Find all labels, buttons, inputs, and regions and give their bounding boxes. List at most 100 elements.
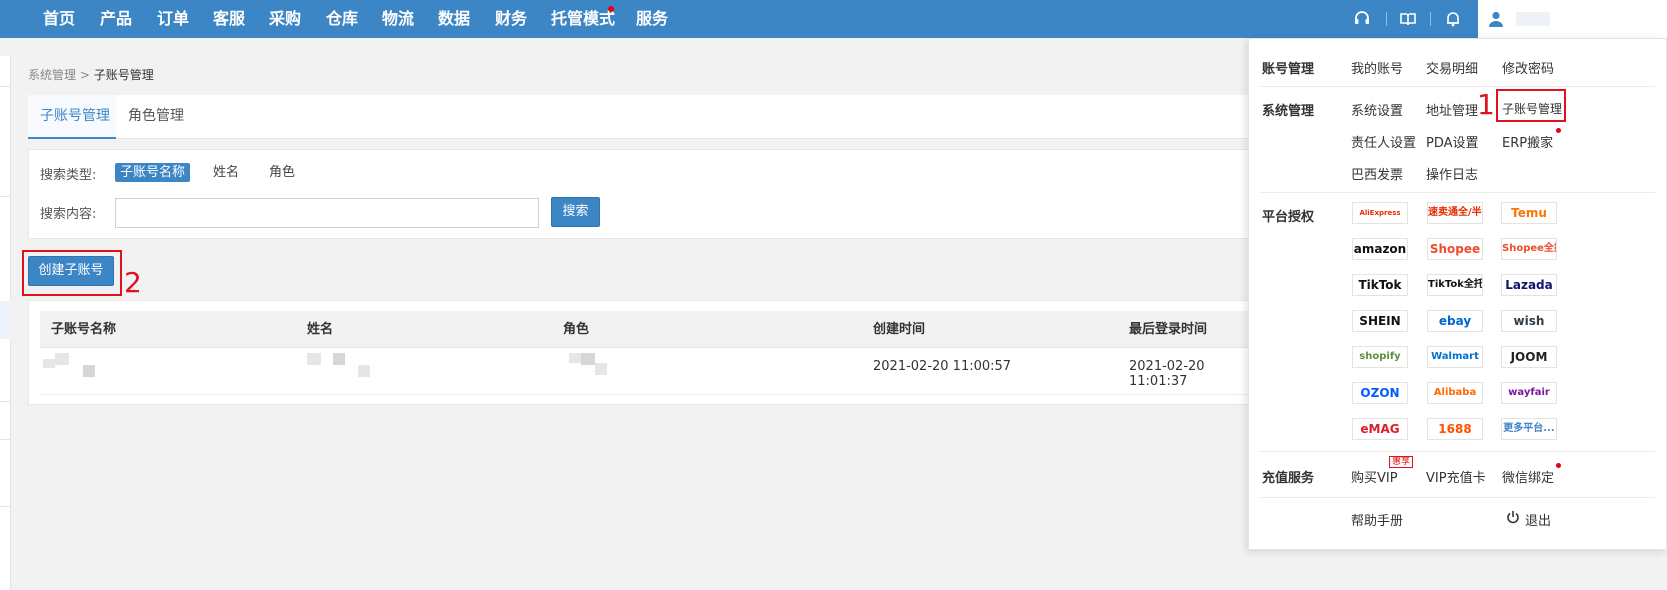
cell-redacted-fragment <box>595 363 607 375</box>
search-panel: 搜索类型: 子账号名称 姓名 角色 搜索内容: 搜索 <box>28 149 1258 239</box>
cell-redacted-fragment <box>43 359 55 368</box>
sidebar-divider <box>0 439 11 440</box>
vip-promo-badge: 惠享 <box>1389 456 1414 468</box>
platform-logo-7[interactable]: TikTok全托管 <box>1427 274 1483 296</box>
column-header-role[interactable]: 角色 <box>563 311 589 348</box>
annotation-number-1: 1 <box>1477 88 1495 121</box>
platform-logo-6[interactable]: TikTok <box>1352 274 1408 296</box>
sidebar-divider <box>0 401 11 402</box>
link-change-password[interactable]: 修改密码 <box>1502 58 1554 77</box>
sidebar-divider <box>0 86 11 87</box>
link-subaccount-management[interactable]: 子账号管理 <box>1502 100 1562 117</box>
create-subaccount-button[interactable]: 创建子账号 <box>28 256 114 286</box>
column-header-last-login[interactable]: 最后登录时间 <box>1129 311 1207 348</box>
headset-icon[interactable] <box>1353 10 1371 28</box>
username-redacted <box>1516 12 1550 26</box>
left-sidebar-edge <box>0 56 11 590</box>
platform-logo-4[interactable]: Shopee <box>1427 238 1483 260</box>
link-operation-log[interactable]: 操作日志 <box>1426 164 1478 183</box>
platform-logo-16[interactable]: Alibaba <box>1427 382 1483 404</box>
column-header-created-time[interactable]: 创建时间 <box>873 311 925 348</box>
platform-logo-2[interactable]: Temu <box>1501 202 1557 224</box>
nav-item-products[interactable]: 产品 <box>100 0 132 38</box>
section-account-management: 账号管理 <box>1262 62 1315 77</box>
menu-divider <box>1260 192 1655 193</box>
platform-logo-12[interactable]: shopify <box>1352 346 1408 368</box>
link-logout[interactable]: 退出 <box>1525 510 1551 529</box>
platform-logo-18[interactable]: eMAG <box>1352 418 1408 440</box>
nav-item-customer-service[interactable]: 客服 <box>213 0 245 38</box>
column-header-name[interactable]: 姓名 <box>307 311 333 348</box>
section-system-management: 系统管理 <box>1262 104 1315 119</box>
platform-logo-15[interactable]: OZON <box>1352 382 1408 404</box>
platform-logo-1[interactable]: 速卖通全/半托管 <box>1427 202 1483 224</box>
nav-divider <box>1386 12 1387 26</box>
link-erp-migration[interactable]: ERP搬家 <box>1502 132 1553 151</box>
link-wechat-binding[interactable]: 微信绑定 <box>1502 467 1554 486</box>
sidebar-divider <box>0 506 11 507</box>
cell-subaccount-name-redacted <box>55 353 69 365</box>
subaccount-table: 子账号名称 姓名 角色 创建时间 最后登录时间 2021-02-20 11:00… <box>28 300 1259 405</box>
cell-name-redacted <box>307 353 321 365</box>
breadcrumb-parent[interactable]: 系统管理 <box>28 68 76 82</box>
nav-item-warehouse[interactable]: 仓库 <box>326 0 358 38</box>
search-button[interactable]: 搜索 <box>551 197 600 227</box>
platform-logo-9[interactable]: SHEIN <box>1352 310 1408 332</box>
platform-logo-10[interactable]: ebay <box>1427 310 1483 332</box>
link-address-management[interactable]: 地址管理 <box>1426 100 1478 119</box>
platform-logo-5[interactable]: Shopee全托管 <box>1501 238 1557 260</box>
tab-role-management[interactable]: 角色管理 <box>128 95 184 139</box>
nav-item-orders[interactable]: 订单 <box>157 0 189 38</box>
link-vip-recharge-card[interactable]: VIP充值卡 <box>1426 467 1486 486</box>
platform-logo-11[interactable]: wish <box>1501 310 1557 332</box>
user-menu-trigger[interactable] <box>1478 0 1667 38</box>
nav-item-purchasing[interactable]: 采购 <box>269 0 301 38</box>
breadcrumb-separator: > <box>79 68 90 82</box>
link-responsible-person-settings[interactable]: 责任人设置 <box>1351 132 1416 151</box>
search-input[interactable] <box>115 198 539 228</box>
nav-item-logistics[interactable]: 物流 <box>382 0 414 38</box>
power-icon[interactable] <box>1506 510 1520 524</box>
platform-logo-8[interactable]: Lazada <box>1501 274 1557 296</box>
wechat-binding-notification-dot <box>1556 463 1561 468</box>
nav-item-finance[interactable]: 财务 <box>495 0 527 38</box>
search-content-label: 搜索内容: <box>40 207 97 222</box>
link-transaction-details[interactable]: 交易明细 <box>1426 58 1478 77</box>
cell-redacted-fragment <box>83 365 95 377</box>
tab-bar: 子账号管理 角色管理 <box>28 95 1258 139</box>
table-header: 子账号名称 姓名 角色 创建时间 最后登录时间 <box>40 311 1259 348</box>
platform-logo-17[interactable]: wayfair <box>1501 382 1557 404</box>
platform-logo-19[interactable]: 1688 <box>1427 418 1483 440</box>
nav-item-home[interactable]: 首页 <box>43 0 75 38</box>
link-brazil-invoice[interactable]: 巴西发票 <box>1351 164 1403 183</box>
search-type-subaccount-name[interactable]: 子账号名称 <box>115 163 191 182</box>
sidebar-selected-item <box>0 301 11 339</box>
platform-logo-20[interactable]: 更多平台... <box>1501 418 1557 440</box>
cell-last-login: 2021-02-20 11:01:37 <box>1129 359 1205 389</box>
search-type-label: 搜索类型: <box>40 168 97 183</box>
link-my-account[interactable]: 我的账号 <box>1351 58 1403 77</box>
link-buy-vip[interactable]: 购买VIP <box>1351 467 1398 486</box>
nav-item-managed-mode[interactable]: 托管模式 <box>551 0 615 38</box>
link-help-manual[interactable]: 帮助手册 <box>1351 510 1403 529</box>
erp-migration-notification-dot <box>1556 128 1561 133</box>
nav-item-data[interactable]: 数据 <box>438 0 470 38</box>
link-system-settings[interactable]: 系统设置 <box>1351 100 1403 119</box>
bell-icon[interactable] <box>1444 10 1462 28</box>
platform-logo-0[interactable]: AliExpress <box>1352 202 1408 224</box>
nav-divider <box>1430 12 1431 26</box>
platform-logo-13[interactable]: Walmart <box>1427 346 1483 368</box>
platform-logo-3[interactable]: amazon <box>1352 238 1408 260</box>
column-header-subaccount-name[interactable]: 子账号名称 <box>51 311 116 348</box>
nav-item-services[interactable]: 服务 <box>636 0 668 38</box>
book-icon[interactable] <box>1399 10 1417 28</box>
managed-mode-notification-dot <box>608 6 614 12</box>
section-recharge-services: 充值服务 <box>1262 471 1315 486</box>
section-platform-authorization: 平台授权 <box>1262 210 1315 225</box>
tab-subaccount-management[interactable]: 子账号管理 <box>28 95 116 139</box>
link-pda-settings[interactable]: PDA设置 <box>1426 132 1479 151</box>
platform-logo-14[interactable]: JOOM <box>1501 346 1557 368</box>
search-type-role[interactable]: 角色 <box>264 163 300 182</box>
search-type-name[interactable]: 姓名 <box>208 163 244 182</box>
menu-divider <box>1260 86 1655 87</box>
